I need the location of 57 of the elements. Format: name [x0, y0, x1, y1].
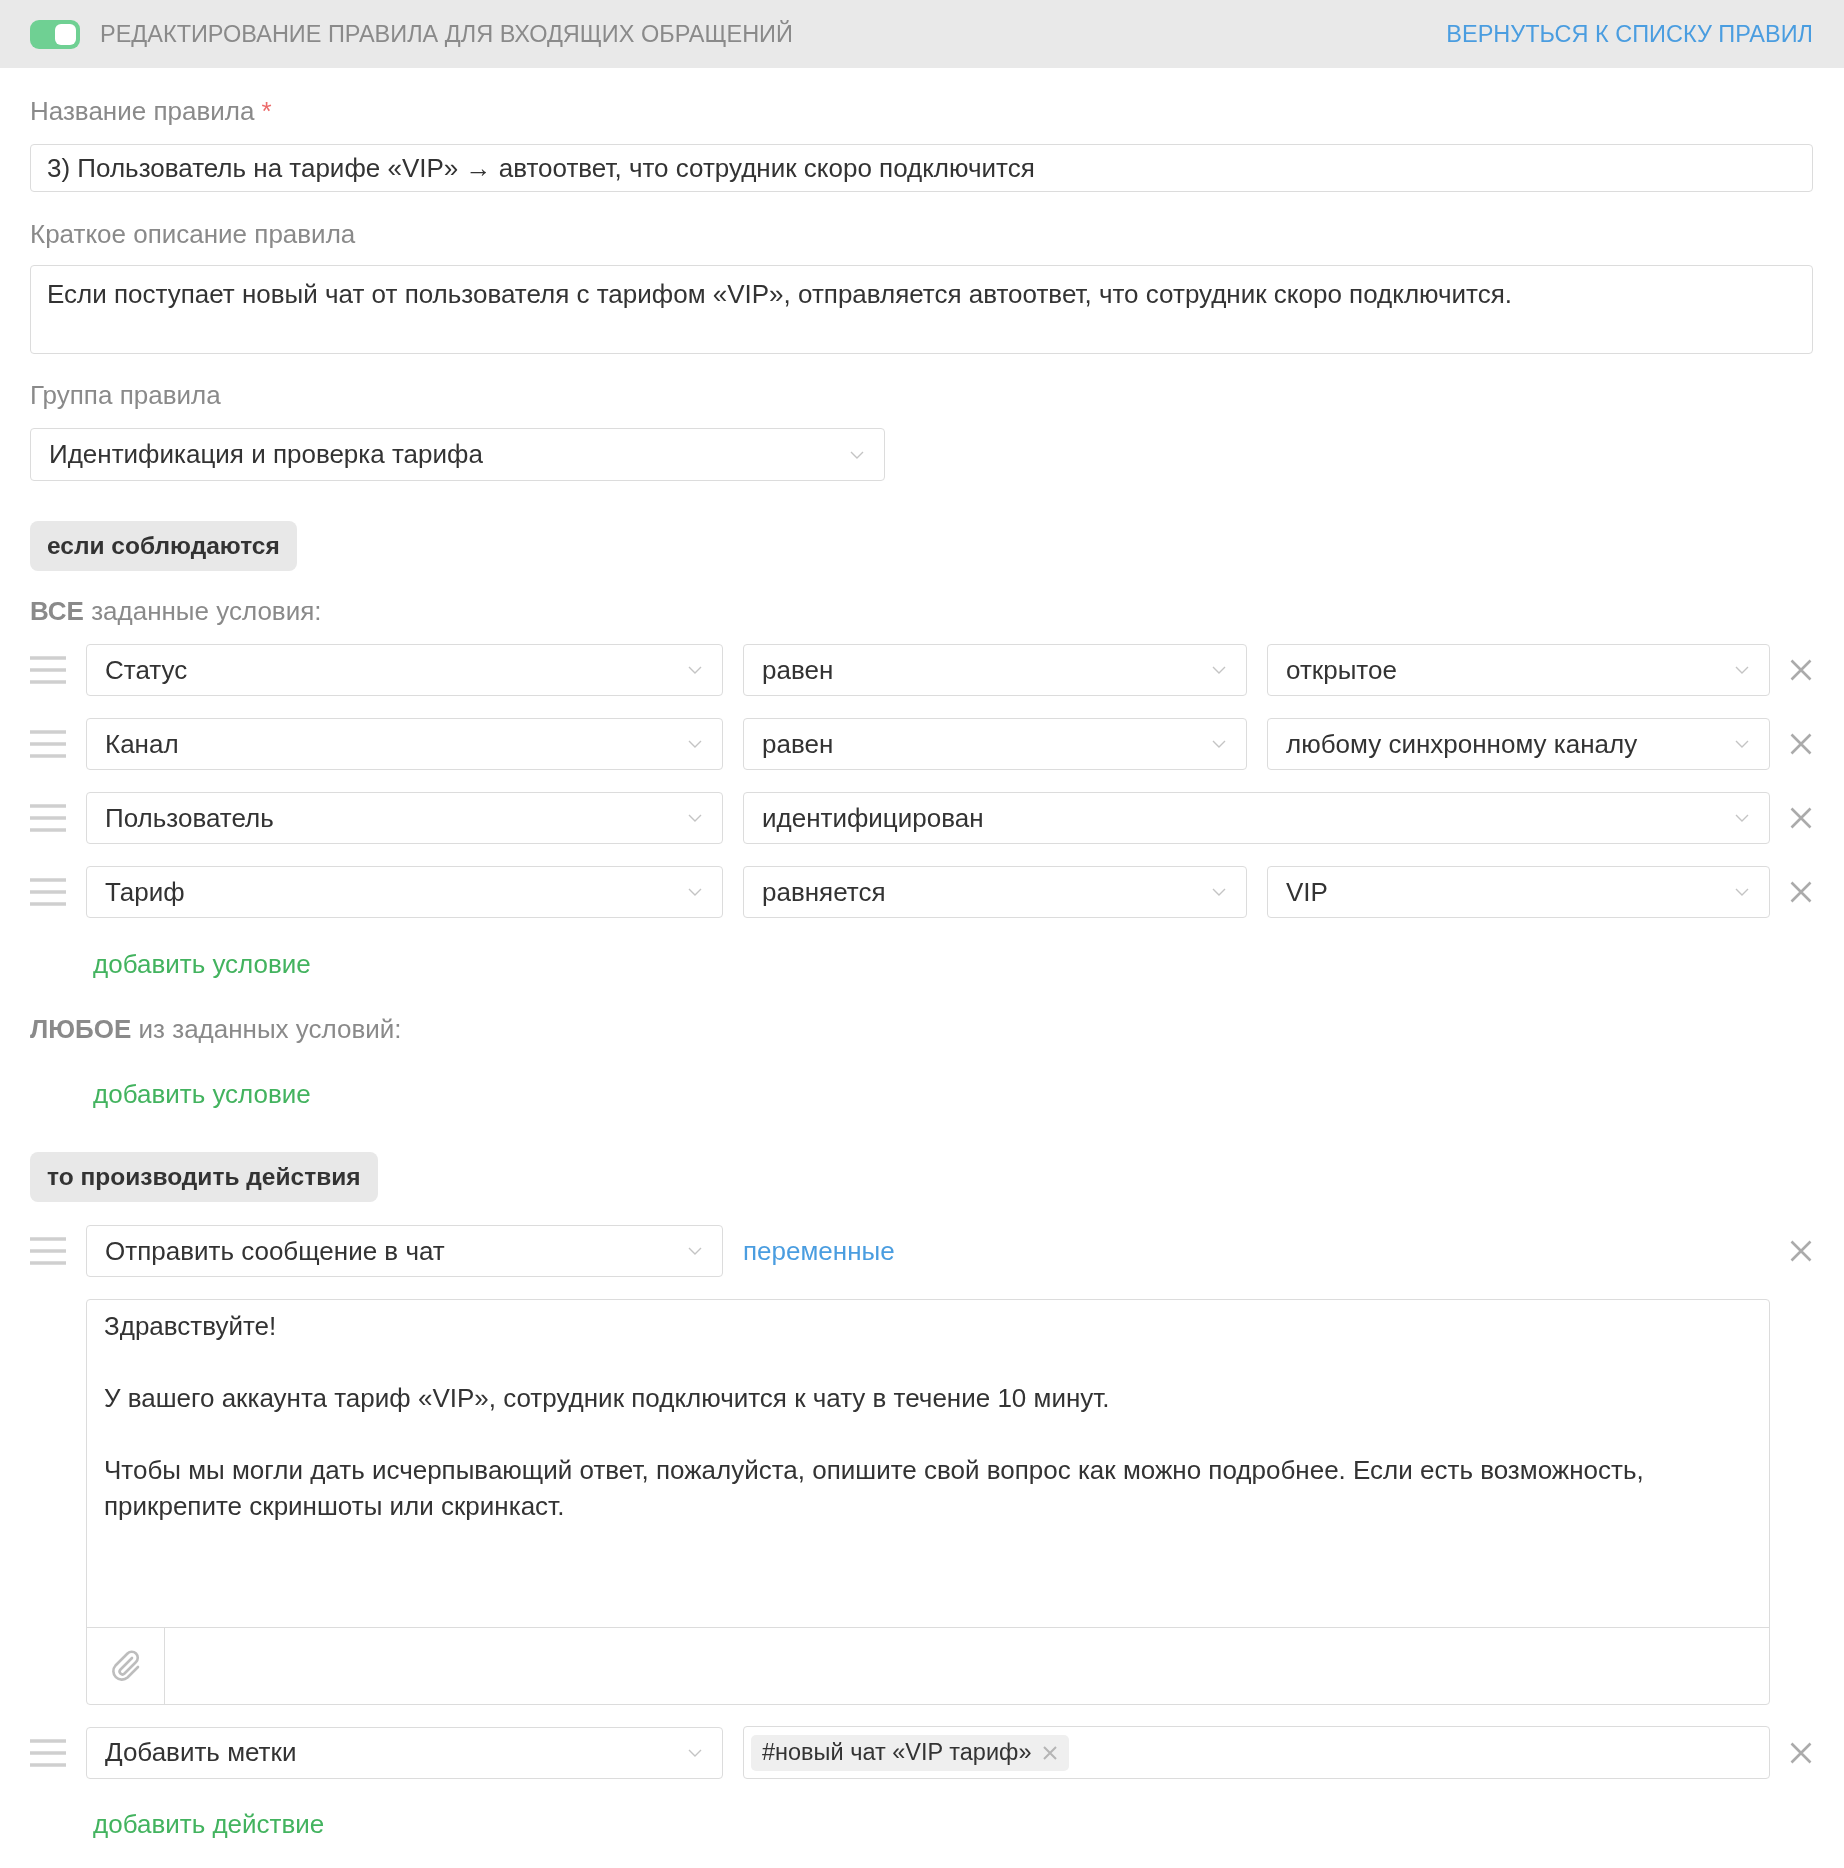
close-icon[interactable]: [1790, 1240, 1812, 1262]
chevron-down-icon: [1735, 666, 1749, 674]
field-label: Группа правила: [30, 380, 221, 410]
chevron-down-icon: [688, 888, 702, 896]
close-icon[interactable]: [1790, 733, 1812, 755]
conditions-label: ЛЮБОЕ из заданных условий:: [30, 1014, 402, 1044]
condition-select[interactable]: Канал: [86, 718, 723, 770]
chevron-down-icon: [1735, 740, 1749, 748]
chevron-down-icon: [688, 814, 702, 822]
drag-handle-icon[interactable]: [30, 804, 66, 832]
chevron-down-icon: [1735, 888, 1749, 896]
condition-select[interactable]: Тариф: [86, 866, 723, 918]
chevron-down-icon: [1212, 740, 1226, 748]
close-icon[interactable]: [1043, 1745, 1058, 1760]
close-icon[interactable]: [1790, 1741, 1812, 1764]
condition-select[interactable]: равняется: [743, 866, 1247, 918]
field-label: Краткое описание правила: [30, 219, 356, 249]
toggle-switch[interactable]: [30, 19, 80, 49]
chevron-down-icon: [1735, 814, 1749, 822]
close-icon[interactable]: [1790, 807, 1812, 829]
condition-select[interactable]: Пользователь: [86, 792, 723, 844]
tags-field[interactable]: #новый чат «VIP тариф»: [743, 1726, 1770, 1779]
description-field[interactable]: Если поступает новый чат от пользователя с тарифом «VIP», отправляется автоответ, что сотрудник скоро подключится.: [30, 265, 1813, 354]
condition-select[interactable]: идентифицирован: [743, 792, 1770, 844]
conditions-label: ВСЕ заданные условия:: [30, 596, 322, 626]
drag-handle-icon[interactable]: [30, 730, 66, 758]
field-label: Название правила: [30, 96, 255, 126]
condition-select[interactable]: равен: [743, 718, 1247, 770]
chevron-down-icon: [688, 1247, 702, 1255]
section-heading: если соблюдаются: [30, 521, 297, 571]
chevron-down-icon: [688, 1748, 702, 1757]
action-select[interactable]: Отправить сообщение в чат: [86, 1225, 723, 1277]
chevron-down-icon: [850, 450, 864, 459]
page-title: РЕДАКТИРОВАНИЕ ПРАВИЛА ДЛЯ ВХОДЯЩИХ ОБРАЩЕНИЙ: [100, 20, 793, 48]
tag-label: #новый чат «VIP тариф»: [762, 1739, 1032, 1766]
chevron-down-icon: [1212, 888, 1226, 896]
paperclip-icon[interactable]: [110, 1650, 141, 1682]
condition-select[interactable]: Статус: [86, 644, 723, 696]
condition-select[interactable]: любому синхронному каналу: [1267, 718, 1770, 770]
chevron-down-icon: [1212, 666, 1226, 674]
chevron-down-icon: [688, 666, 702, 674]
drag-handle-icon[interactable]: [30, 878, 66, 906]
close-icon[interactable]: [1790, 659, 1812, 681]
close-icon[interactable]: [1790, 881, 1812, 903]
rule-name-field[interactable]: 3) Пользователь на тарифе «VIP» → автоответ, что сотрудник скоро подключится: [30, 144, 1813, 192]
drag-handle-icon[interactable]: [30, 1738, 66, 1767]
required-mark: *: [261, 96, 272, 126]
section-heading: то производить действия: [30, 1152, 378, 1202]
chevron-down-icon: [688, 740, 702, 748]
condition-select[interactable]: VIP: [1267, 866, 1770, 918]
group-select[interactable]: Идентификация и проверка тарифа: [30, 428, 885, 481]
condition-select[interactable]: открытое: [1267, 644, 1770, 696]
drag-handle-icon[interactable]: [30, 656, 66, 684]
drag-handle-icon[interactable]: [30, 1237, 66, 1265]
action-select[interactable]: Добавить метки: [86, 1726, 723, 1779]
message-field[interactable]: Здравствуйте! У вашего аккаунта тариф «VIP», сотрудник подключится к чату в течение 10 минут. Чтобы мы могли дать исчерпывающий ответ, пожалуйста, опишите свой вопрос как можно подробнее. Если есть возможность, прикрепите скриншоты или скринкаст.: [87, 1300, 1769, 1627]
condition-select[interactable]: равен: [743, 644, 1247, 696]
